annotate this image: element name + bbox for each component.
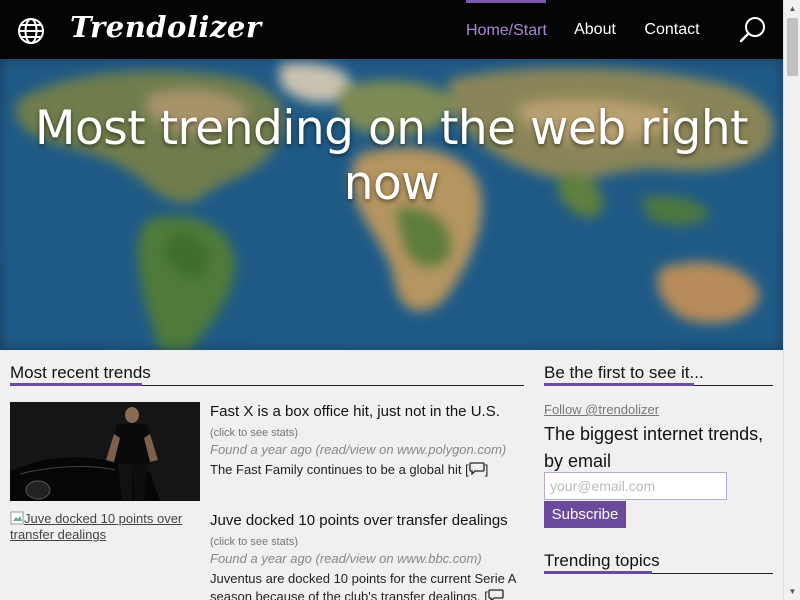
entry-thumbnail[interactable] xyxy=(10,402,200,501)
entry-title-text[interactable]: Juve docked 10 points over transfer deal… xyxy=(210,512,508,529)
hero-title: Most trending on the web right now xyxy=(34,101,749,211)
search-icon[interactable] xyxy=(738,15,768,45)
page-scrollbar[interactable]: ▲ ▼ xyxy=(783,0,800,600)
entry-title[interactable]: Juve docked 10 points over transfer deal… xyxy=(210,511,526,552)
broken-image-icon xyxy=(10,511,24,525)
subscribe-button[interactable]: Subscribe xyxy=(544,501,626,528)
hero-banner: Most trending on the web right now xyxy=(0,59,783,350)
entry-description-text: Juventus are docked 10 points for the cu… xyxy=(210,571,516,600)
comment-icon[interactable] xyxy=(469,462,485,476)
recent-trends-heading: Most recent trends xyxy=(10,363,151,382)
heading-accent xyxy=(10,383,142,386)
nav-item-contact[interactable]: Contact xyxy=(644,0,700,59)
scrollbar-thumb[interactable] xyxy=(787,18,798,76)
scroll-up-arrow-icon[interactable]: ▲ xyxy=(784,0,800,17)
newsletter-title: The biggest internet trends, by email xyxy=(544,424,764,471)
trending-topics-heading: Trending topics xyxy=(544,551,660,570)
entry-description-text: The Fast Family continues to be a global… xyxy=(210,462,469,477)
entry-description: Juventus are docked 10 points for the cu… xyxy=(210,570,526,600)
twitter-follow-link[interactable]: Follow @trendolizer xyxy=(544,402,659,417)
heading-accent xyxy=(544,383,694,386)
stats-hint[interactable]: (click to see stats) xyxy=(210,536,298,548)
brand-logo[interactable]: Trendolizer xyxy=(70,10,262,44)
scroll-down-arrow-icon[interactable]: ▼ xyxy=(784,583,800,600)
heading-accent xyxy=(544,571,652,574)
image-alt-text[interactable]: Juve docked 10 points over transfer deal… xyxy=(10,511,182,542)
entry-description: The Fast Family continues to be a global… xyxy=(210,461,526,479)
nav-item-about[interactable]: About xyxy=(572,0,618,59)
entry-title-text[interactable]: Fast X is a box office hit, just not in … xyxy=(210,403,500,420)
entry-image-broken[interactable]: Juve docked 10 points over transfer deal… xyxy=(10,511,205,543)
entry-source[interactable]: Found a year ago (read/view on www.polyg… xyxy=(210,442,506,457)
entry-title[interactable]: Fast X is a box office hit, just not in … xyxy=(210,402,526,443)
entry-source[interactable]: Found a year ago (read/view on www.bbc.c… xyxy=(210,551,482,566)
email-input[interactable] xyxy=(544,472,727,500)
stats-hint[interactable]: (click to see stats) xyxy=(210,427,298,439)
comment-icon[interactable] xyxy=(488,589,504,600)
entry-description-end: ] xyxy=(484,462,489,477)
subscribe-heading: Be the first to see it... xyxy=(544,363,704,382)
globe-icon[interactable] xyxy=(16,16,46,46)
nav-item-home[interactable]: Home/Start xyxy=(466,0,547,59)
top-navbar: Trendolizer Home/Start About Contact xyxy=(0,0,783,59)
